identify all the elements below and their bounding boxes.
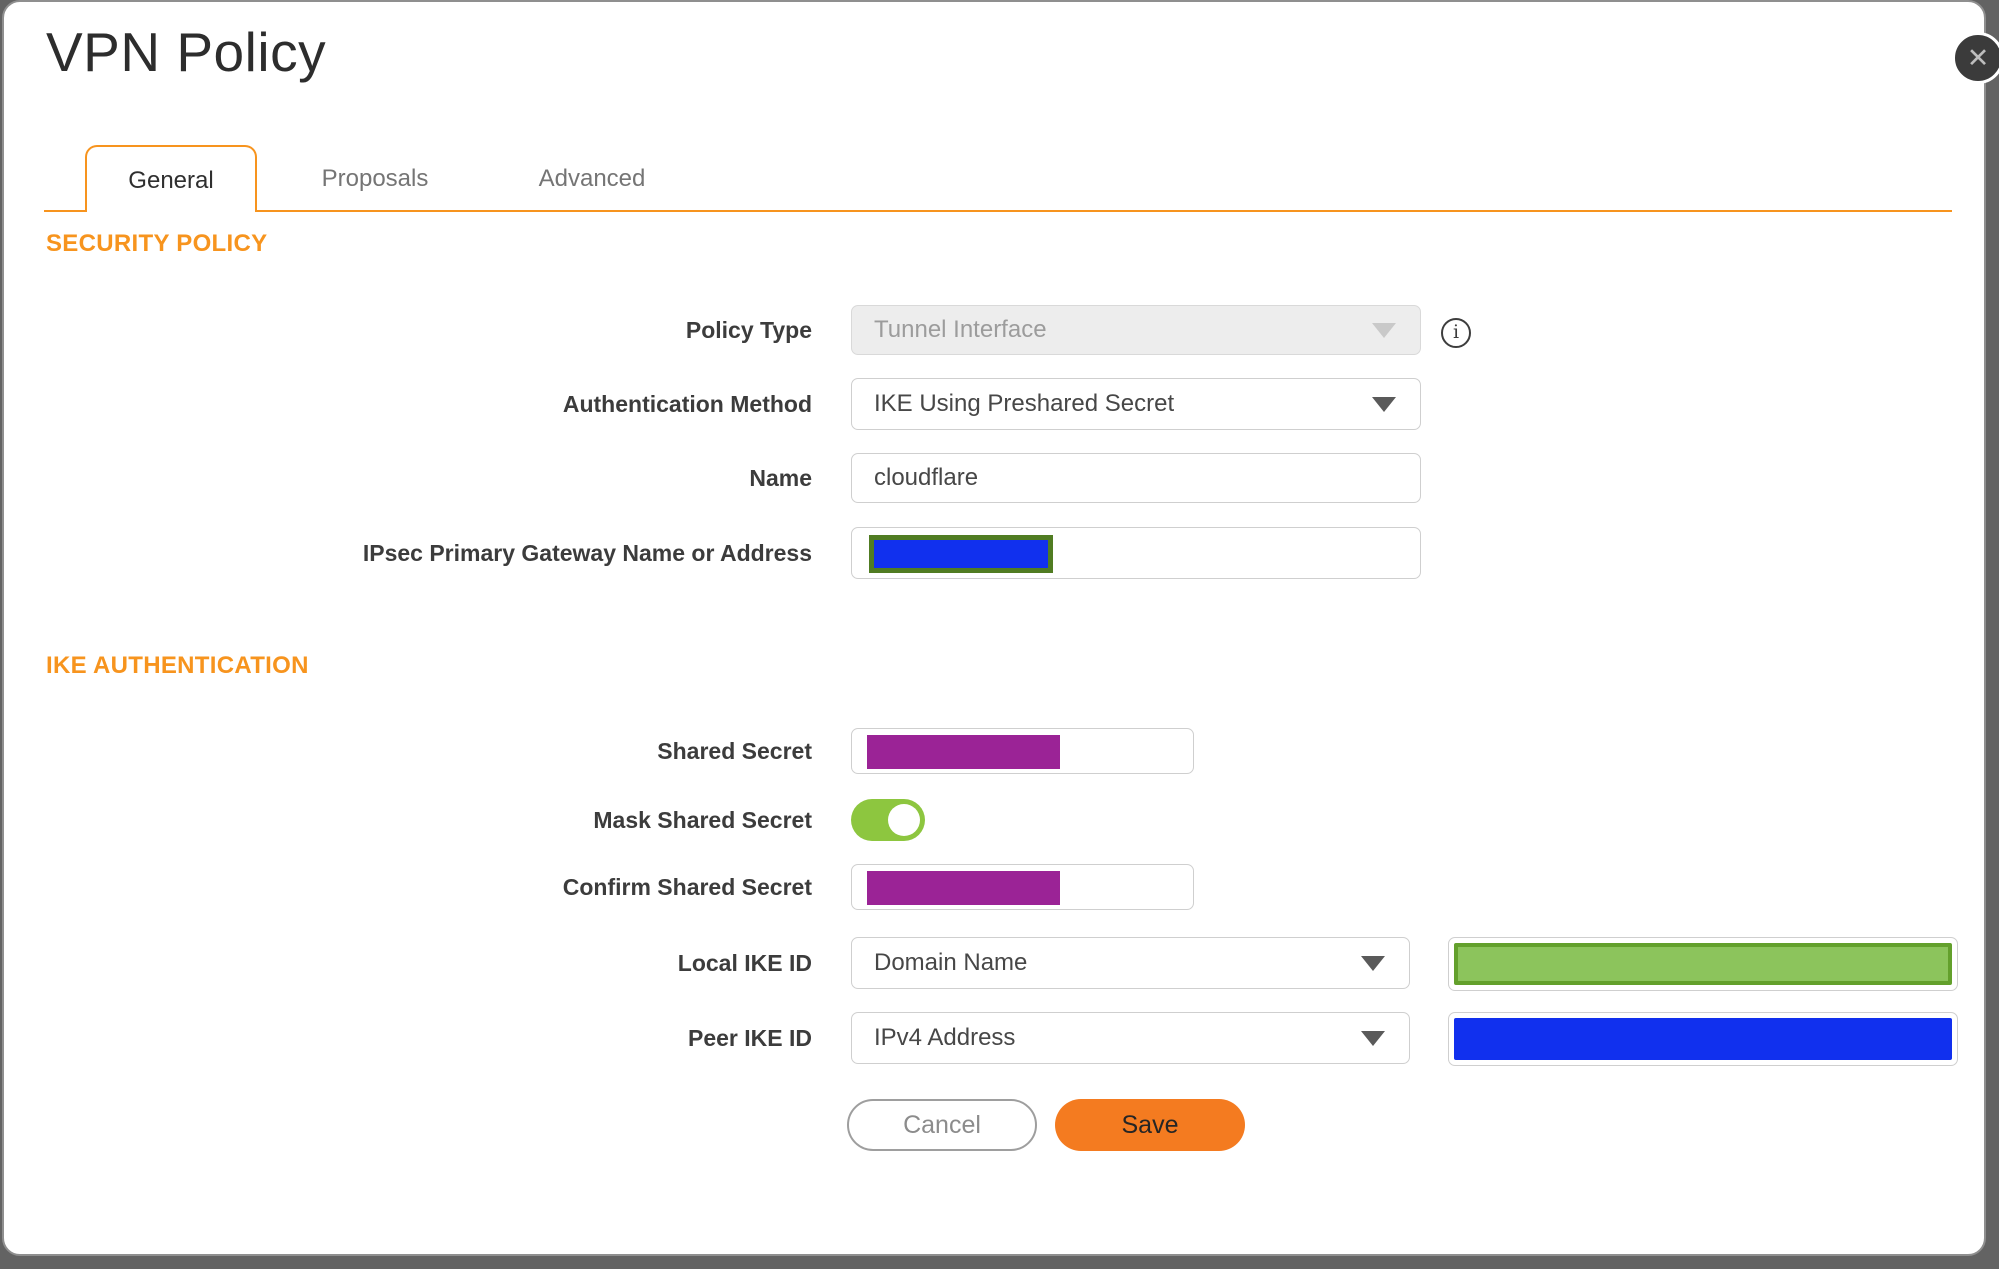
mask-shared-secret-label: Mask Shared Secret bbox=[593, 807, 812, 833]
local-ike-id-select[interactable]: Domain Name bbox=[851, 937, 1410, 989]
screen-backdrop: VPN Policy General Proposals Advanced SE… bbox=[0, 0, 1999, 1269]
tab-advanced[interactable]: Advanced bbox=[507, 145, 677, 212]
shared-secret-input[interactable] bbox=[851, 728, 1194, 774]
local-ike-id-label: Local IKE ID bbox=[677, 950, 812, 976]
policy-type-label: Policy Type bbox=[685, 317, 812, 343]
page-title: VPN Policy bbox=[46, 21, 327, 83]
info-icon[interactable]: i bbox=[1441, 318, 1471, 348]
tab-advanced-label: Advanced bbox=[538, 165, 646, 192]
redacted-local-ike-id-value bbox=[1454, 943, 1952, 985]
mask-shared-secret-toggle[interactable] bbox=[851, 799, 925, 841]
toggle-knob bbox=[888, 804, 920, 836]
name-value: cloudflare bbox=[874, 464, 979, 491]
tab-general[interactable]: General bbox=[85, 145, 257, 212]
local-ike-id-type-value: Domain Name bbox=[874, 949, 1028, 976]
redacted-peer-ike-id-value bbox=[1454, 1018, 1952, 1060]
confirm-shared-secret-input[interactable] bbox=[851, 864, 1194, 910]
close-icon[interactable]: ✕ bbox=[1952, 32, 1999, 84]
authentication-method-label: Authentication Method bbox=[562, 391, 812, 417]
cancel-button[interactable]: Cancel bbox=[847, 1099, 1037, 1151]
peer-ike-id-type-value: IPv4 Address bbox=[874, 1024, 1016, 1051]
local-ike-id-value-input[interactable] bbox=[1448, 937, 1958, 991]
tab-proposals[interactable]: Proposals bbox=[290, 145, 460, 212]
redacted-gateway-value bbox=[869, 535, 1053, 573]
policy-type-select: Tunnel Interface bbox=[851, 305, 1421, 355]
tab-proposals-label: Proposals bbox=[321, 165, 429, 192]
section-security-policy: SECURITY POLICY bbox=[46, 230, 268, 257]
chevron-down-icon bbox=[1372, 397, 1396, 412]
gateway-input[interactable] bbox=[851, 527, 1421, 579]
section-ike-authentication: IKE AUTHENTICATION bbox=[46, 652, 309, 679]
chevron-down-icon bbox=[1372, 323, 1396, 338]
gateway-label: IPsec Primary Gateway Name or Address bbox=[362, 540, 812, 566]
name-input[interactable]: cloudflare bbox=[851, 453, 1421, 503]
cancel-button-label: Cancel bbox=[903, 1110, 981, 1139]
shared-secret-label: Shared Secret bbox=[657, 738, 812, 764]
peer-ike-id-label: Peer IKE ID bbox=[688, 1025, 812, 1051]
vpn-policy-dialog: VPN Policy General Proposals Advanced SE… bbox=[2, 0, 1986, 1256]
confirm-shared-secret-label: Confirm Shared Secret bbox=[562, 874, 812, 900]
tab-general-label: General bbox=[128, 167, 214, 194]
chevron-down-icon bbox=[1361, 956, 1385, 971]
policy-type-value: Tunnel Interface bbox=[874, 316, 1047, 343]
peer-ike-id-select[interactable]: IPv4 Address bbox=[851, 1012, 1410, 1064]
authentication-method-select[interactable]: IKE Using Preshared Secret bbox=[851, 378, 1421, 430]
name-label: Name bbox=[749, 465, 812, 491]
save-button-label: Save bbox=[1121, 1110, 1179, 1139]
save-button[interactable]: Save bbox=[1055, 1099, 1245, 1151]
peer-ike-id-value-input[interactable] bbox=[1448, 1012, 1958, 1066]
redacted-shared-secret-value bbox=[867, 735, 1060, 769]
chevron-down-icon bbox=[1361, 1031, 1385, 1046]
redacted-confirm-shared-secret-value bbox=[867, 871, 1060, 905]
authentication-method-value: IKE Using Preshared Secret bbox=[874, 390, 1175, 417]
